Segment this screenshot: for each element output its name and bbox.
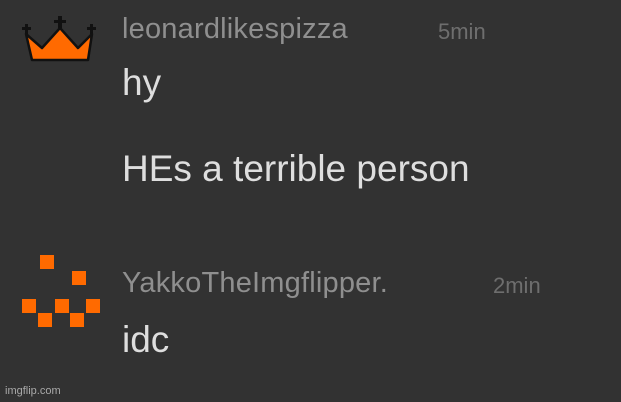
comment-text: HEs a terrible person	[122, 148, 470, 189]
timestamp: 5min	[438, 19, 486, 44]
username[interactable]: YakkoTheImgflipper.	[122, 267, 388, 300]
imgflip-watermark: imgflip.com	[5, 385, 61, 397]
pixel-smile-icon[interactable]	[22, 255, 100, 333]
comment-text: idc	[122, 319, 170, 360]
username[interactable]: leonardlikespizza	[122, 13, 348, 46]
timestamp: 2min	[493, 273, 541, 298]
comment: YakkoTheImgflipper. 2min idc	[0, 225, 621, 385]
crown-icon[interactable]	[22, 14, 98, 66]
comment-text: hy	[122, 62, 162, 103]
comment: leonardlikespizza 5min hy HEs a terrible…	[0, 0, 621, 225]
